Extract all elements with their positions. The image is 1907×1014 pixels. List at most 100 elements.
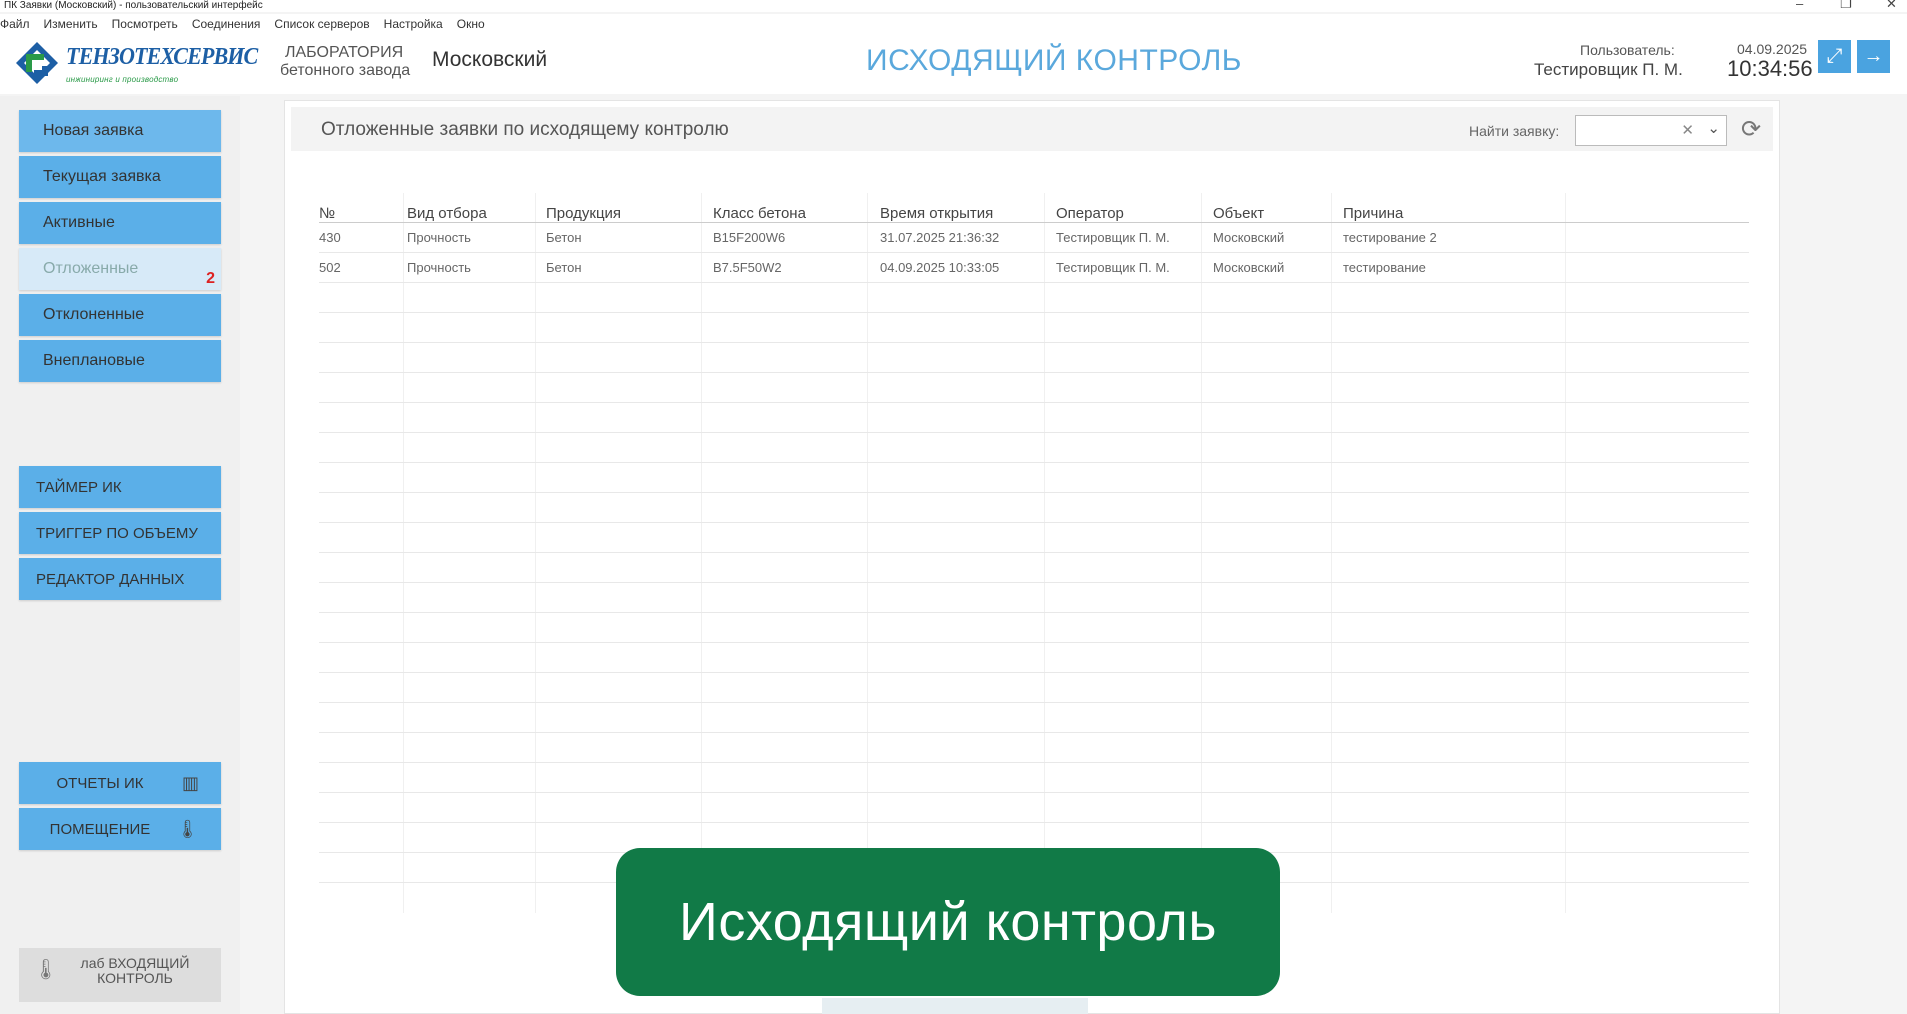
logo-subtitle: инжиниринг и производство [66, 75, 179, 84]
thermometer-icon: 🌡 [33, 959, 59, 981]
cell-object: Московский [1213, 230, 1285, 245]
current-date: 04.09.2025 [1737, 41, 1808, 57]
reports-ik-button[interactable]: ОТЧЕТЫ ИК ▥ [19, 762, 221, 804]
report-chart-icon: ▥ [181, 773, 199, 793]
sidebar-item-label: Текущая заявка [43, 168, 161, 185]
user-label: Пользователь: [1580, 42, 1675, 58]
cell-object: Московский [1213, 260, 1285, 275]
find-request-label: Найти заявку: [1469, 123, 1560, 139]
data-editor-button[interactable]: РЕДАКТОР ДАННЫХ [19, 558, 221, 600]
room-button[interactable]: ПОМЕЩЕНИЕ 🌡 [19, 808, 221, 850]
window-title: ПК Заявки (Московский) - пользовательски… [4, 0, 263, 11]
lab-in-line1: лаб ВХОДЯЩИЙ [80, 955, 190, 971]
sidebar-item-current-request[interactable]: Текущая заявка [19, 156, 221, 198]
tool-label: ТРИГГЕР ПО ОБЪЕМУ [36, 524, 198, 542]
lab-title-line1: ЛАБОРАТОРИЯ [285, 44, 404, 61]
sidebar-item-label: Активные [43, 214, 115, 231]
empty-row [319, 793, 1749, 823]
fullscreen-button[interactable]: ⤢ [1818, 40, 1851, 73]
cell-operator: Тестировщик П. М. [1056, 230, 1170, 245]
clear-icon[interactable]: ✕ [1681, 121, 1694, 139]
table-header-row: № Вид отбора Продукция Класс бетона Врем… [319, 193, 1749, 223]
empty-row [319, 373, 1749, 403]
sidebar-item-rejected[interactable]: Отклоненные [19, 294, 221, 336]
cell-open-time: 31.07.2025 21:36:32 [880, 230, 1000, 245]
tool-label: ПОМЕЩЕНИЕ [49, 820, 151, 838]
cell-product: Бетон [546, 260, 582, 275]
empty-row [319, 463, 1749, 493]
status-strip [822, 998, 1088, 1014]
sidebar-item-unscheduled[interactable]: Внеплановые [19, 340, 221, 382]
table-row[interactable]: 502 Прочность Бетон B7.5F50W2 04.09.2025… [319, 253, 1749, 283]
sidebar-item-new-request[interactable]: Новая заявка [19, 110, 221, 152]
refresh-icon[interactable]: ⟳ [1741, 115, 1761, 144]
empty-row [319, 643, 1749, 673]
menu-settings[interactable]: Настройка [384, 14, 443, 34]
table-row[interactable]: 430 Прочность Бетон B15F200W6 31.07.2025… [319, 223, 1749, 253]
empty-row [319, 493, 1749, 523]
logo-text: ТЕНЗОТЕХСЕРВИС [66, 44, 258, 70]
user-name: Тестировщик П. М. [1534, 60, 1683, 79]
panel-header: Отложенные заявки по исходящему контролю… [291, 107, 1773, 151]
company-logo: ТЕНЗОТЕХСЕРВИС инжиниринг и производство [14, 38, 258, 88]
cell-number: 430 [319, 230, 341, 245]
menu-window[interactable]: Окно [457, 14, 485, 34]
cell-reason: тестирование 2 [1343, 230, 1437, 245]
postponed-count-badge: 2 [206, 270, 215, 287]
lab-incoming-control-button[interactable]: 🌡 лаб ВХОДЯЩИЙ КОНТРОЛЬ [19, 948, 221, 1002]
menu-edit[interactable]: Изменить [44, 14, 98, 34]
plant-location: Московский [432, 48, 548, 71]
sidebar-item-label: Отложенные [43, 260, 139, 277]
panel-title: Отложенные заявки по исходящему контролю [321, 119, 729, 140]
empty-row [319, 613, 1749, 643]
minimize-icon[interactable]: – [1796, 0, 1803, 10]
empty-row [319, 343, 1749, 373]
empty-row [319, 763, 1749, 793]
sidebar-item-label: Новая заявка [43, 122, 144, 139]
cell-open-time: 04.09.2025 10:33:05 [880, 260, 1000, 275]
menu-file[interactable]: Файл [0, 14, 30, 34]
logout-button[interactable]: → [1857, 40, 1890, 73]
find-request-combo[interactable]: ✕ ⌄ [1575, 115, 1727, 146]
menu-view[interactable]: Посмотреть [112, 14, 178, 34]
empty-row [319, 403, 1749, 433]
restore-icon[interactable]: ❐ [1840, 0, 1852, 10]
cell-concrete-class: B15F200W6 [713, 230, 786, 245]
volume-trigger-button[interactable]: ТРИГГЕР ПО ОБЪЕМУ [19, 512, 221, 554]
cell-sample-type: Прочность [407, 230, 471, 245]
sidebar-item-label: Внеплановые [43, 352, 145, 369]
empty-row [319, 733, 1749, 763]
close-icon[interactable]: ✕ [1886, 0, 1897, 10]
empty-row [319, 583, 1749, 613]
video-caption: Исходящий контроль [616, 848, 1280, 996]
chevron-down-icon[interactable]: ⌄ [1707, 119, 1720, 137]
empty-row [319, 703, 1749, 733]
sidebar: Новая заявка Текущая заявка Активные Отл… [0, 96, 240, 1014]
lab-title-line2: бетонного завода [280, 62, 411, 79]
requests-table: № Вид отбора Продукция Класс бетона Врем… [319, 193, 1749, 913]
menu-servers[interactable]: Список серверов [274, 14, 369, 34]
empty-row [319, 283, 1749, 313]
sidebar-item-label: Отклоненные [43, 306, 145, 323]
tool-label: ОТЧЕТЫ ИК [56, 774, 144, 792]
menu-bar: Файл Изменить Посмотреть Соединения Спис… [0, 14, 1907, 34]
window-titlebar: ПК Заявки (Московский) - пользовательски… [0, 0, 1907, 12]
cell-product: Бетон [546, 230, 582, 245]
menu-connections[interactable]: Соединения [192, 14, 261, 34]
thermometer-icon: 🌡 [176, 819, 199, 839]
arrow-right-icon: → [1863, 45, 1884, 67]
tool-label: РЕДАКТОР ДАННЫХ [36, 570, 185, 588]
lab-in-line2: КОНТРОЛЬ [97, 970, 173, 986]
app-header: ТЕНЗОТЕХСЕРВИС инжиниринг и производство… [0, 34, 1907, 94]
page-title: ИСХОДЯЩИЙ КОНТРОЛЬ [866, 44, 1242, 77]
tool-label: ТАЙМЕР ИК [36, 478, 122, 496]
logo-mark-icon [16, 42, 58, 84]
cell-operator: Тестировщик П. М. [1056, 260, 1170, 275]
timer-ik-button[interactable]: ТАЙМЕР ИК [19, 466, 221, 508]
empty-row [319, 673, 1749, 703]
cell-concrete-class: B7.5F50W2 [713, 260, 782, 275]
sidebar-item-postponed[interactable]: Отложенные 2 [19, 248, 221, 290]
empty-row [319, 523, 1749, 553]
cell-number: 502 [319, 260, 341, 275]
sidebar-item-active[interactable]: Активные [19, 202, 221, 244]
